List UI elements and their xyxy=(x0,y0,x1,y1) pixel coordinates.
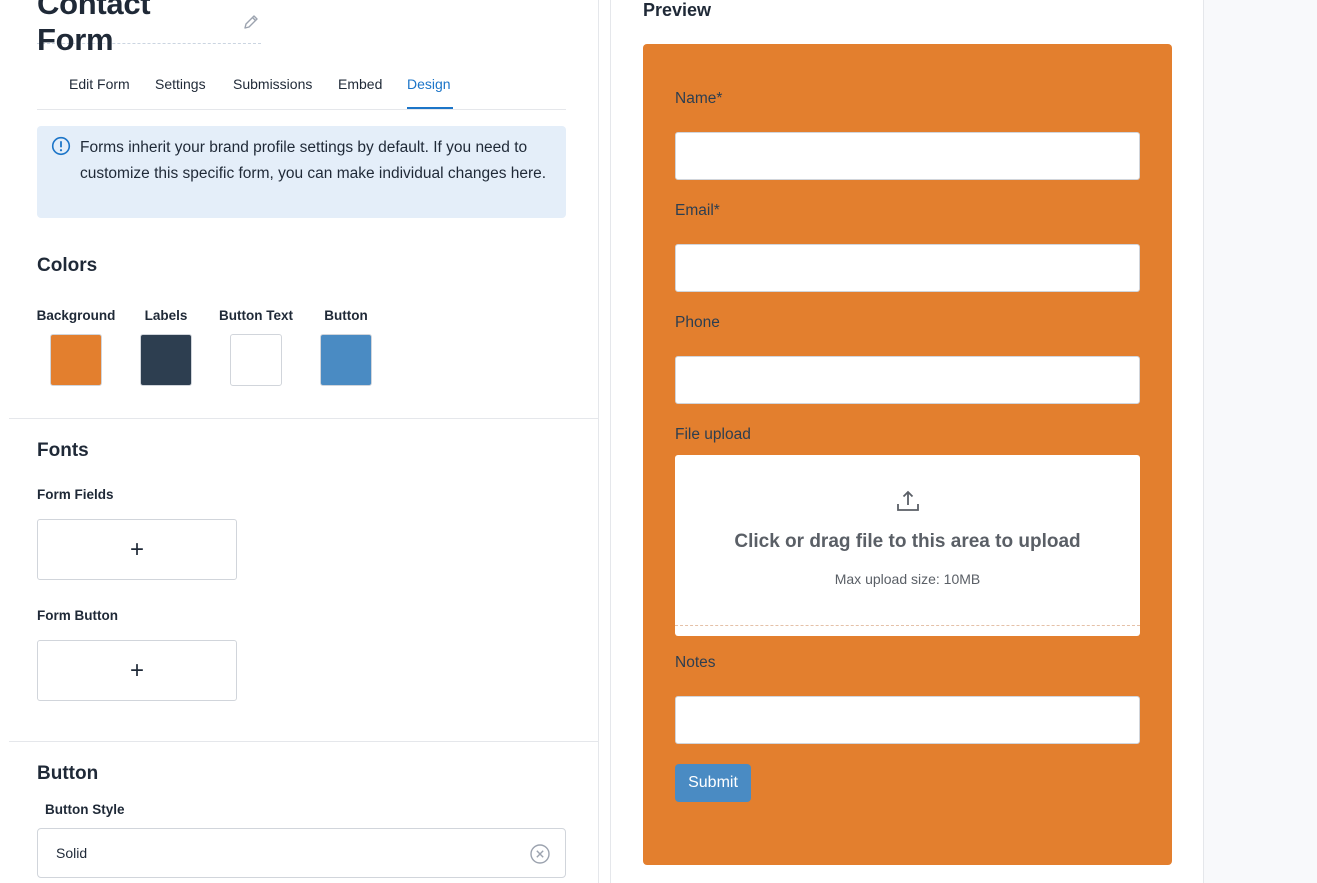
form-fields-font-label: Form Fields xyxy=(37,487,114,502)
button-color-swatch[interactable] xyxy=(320,334,372,386)
upload-size-limit: Max upload size: 10MB xyxy=(834,571,981,587)
form-fields-font-picker[interactable]: + xyxy=(37,519,237,580)
right-gutter xyxy=(1204,0,1317,883)
file-upload-dropzone[interactable]: Click or drag file to this area to uploa… xyxy=(675,455,1140,636)
section-divider xyxy=(9,741,598,742)
form-title-row[interactable]: Contact Form xyxy=(37,0,261,57)
tab-settings[interactable]: Settings xyxy=(155,76,206,92)
phone-input[interactable] xyxy=(675,356,1140,404)
labels-color-swatch[interactable] xyxy=(140,334,192,386)
email-field-label: Email* xyxy=(675,202,720,219)
section-divider xyxy=(9,418,598,419)
swatch-label-labels: Labels xyxy=(144,308,188,323)
button-style-select[interactable]: Solid xyxy=(37,828,566,878)
info-banner: Forms inherit your brand profile setting… xyxy=(37,126,566,218)
tab-submissions[interactable]: Submissions xyxy=(233,76,312,92)
plus-icon: + xyxy=(129,656,144,684)
phone-field-label: Phone xyxy=(675,314,720,331)
active-tab-indicator xyxy=(407,107,453,109)
page-title: Contact Form xyxy=(37,0,151,57)
info-text: Forms inherit your brand profile setting… xyxy=(80,139,547,182)
preview-heading: Preview xyxy=(643,0,712,20)
submit-button[interactable]: Submit xyxy=(675,764,751,802)
button-style-value: Solid xyxy=(56,845,88,861)
button-text-color-swatch[interactable] xyxy=(230,334,282,386)
form-button-font-picker[interactable]: + xyxy=(37,640,237,701)
clear-icon[interactable] xyxy=(529,843,551,865)
panel-separator xyxy=(598,0,599,883)
tab-embed[interactable]: Embed xyxy=(338,76,382,92)
swatch-label-button: Button xyxy=(324,308,368,323)
plus-icon: + xyxy=(129,535,144,563)
fonts-heading: Fonts xyxy=(37,440,89,461)
name-field-label: Name* xyxy=(675,90,723,107)
upload-icon xyxy=(895,489,921,515)
app-root: Contact Form Edit Form Settings Submissi… xyxy=(0,0,1317,883)
colors-heading: Colors xyxy=(37,255,98,276)
preview-panel: Preview Name* Email* Phone File upload C… xyxy=(610,0,1204,883)
button-style-label: Button Style xyxy=(45,802,125,817)
name-input[interactable] xyxy=(675,132,1140,180)
form-preview-card: Name* Email* Phone File upload Click or … xyxy=(643,44,1172,865)
tab-design[interactable]: Design xyxy=(407,76,451,92)
upload-instructions: Click or drag file to this area to uploa… xyxy=(734,531,1081,552)
upload-divider xyxy=(675,625,1140,626)
swatch-label-background: Background xyxy=(36,308,116,323)
form-tabs: Edit Form Settings Submissions Embed Des… xyxy=(37,62,566,110)
info-icon xyxy=(51,136,71,156)
button-heading: Button xyxy=(37,763,99,784)
notes-input[interactable] xyxy=(675,696,1140,744)
email-input[interactable] xyxy=(675,244,1140,292)
background-color-swatch[interactable] xyxy=(50,334,102,386)
tab-edit-form[interactable]: Edit Form xyxy=(69,76,130,92)
file-upload-label: File upload xyxy=(675,426,751,443)
swatch-label-button-text: Button Text xyxy=(219,308,293,323)
form-button-font-label: Form Button xyxy=(37,608,118,623)
notes-field-label: Notes xyxy=(675,654,716,671)
design-settings-panel: Contact Form Edit Form Settings Submissi… xyxy=(0,0,598,883)
edit-pencil-icon[interactable] xyxy=(241,12,261,32)
